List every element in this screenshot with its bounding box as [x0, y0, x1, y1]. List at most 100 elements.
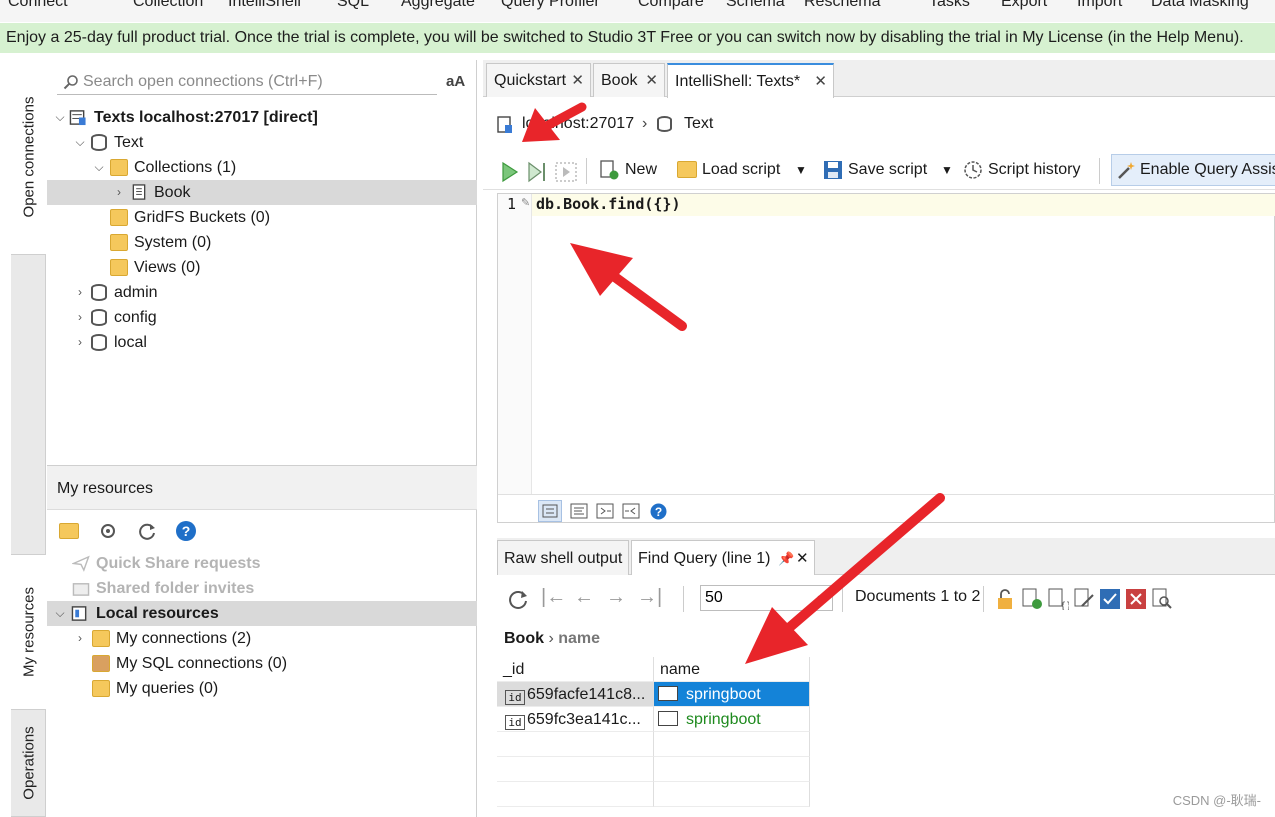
menu-import[interactable]: Import — [1077, 0, 1122, 11]
chevron-down-icon[interactable]: ⌵ — [53, 105, 67, 130]
table-row-1-name[interactable]: springboot — [654, 682, 810, 707]
code-editor[interactable]: 1 ✎ db.Book.find({}) ? — [497, 193, 1275, 523]
menu-connect[interactable]: Connect — [8, 0, 68, 11]
side-tab-open-connections[interactable]: Open connections — [11, 60, 46, 255]
chevron-down-icon[interactable]: ⌄ — [815, 587, 826, 603]
page-size-input[interactable] — [705, 588, 805, 608]
edit-document-json-icon[interactable]: {} — [1047, 588, 1069, 610]
menu-schema[interactable]: Schema — [726, 0, 785, 11]
refresh-icon[interactable] — [136, 520, 158, 542]
menu-collection[interactable]: Collection — [133, 0, 203, 11]
next-page-icon[interactable]: → — [606, 586, 626, 609]
dropdown-arrow-icon[interactable]: ▼ — [795, 158, 807, 182]
select-all-icon[interactable] — [1099, 588, 1121, 610]
close-icon[interactable]: ✕ — [796, 541, 809, 576]
table-row-2-id[interactable]: id 659fc3ea141c... — [497, 707, 654, 732]
close-icon[interactable]: ✕ — [814, 65, 827, 99]
tab-intellishell[interactable]: IntelliShell: Texts* ✕ — [667, 63, 834, 98]
format-icon[interactable] — [570, 503, 588, 519]
tree-system-folder[interactable]: System (0) — [47, 230, 477, 255]
run-icon[interactable] — [501, 160, 519, 184]
tree-local-resources[interactable]: ⌵ Local resources — [47, 601, 477, 626]
menu-tasks[interactable]: Tasks — [929, 0, 970, 11]
help-icon[interactable]: ? — [175, 520, 197, 542]
find-in-document-icon[interactable] — [1151, 588, 1173, 610]
refresh-icon[interactable] — [507, 588, 529, 610]
run-current-icon[interactable] — [527, 160, 547, 184]
result-path-field[interactable]: name — [558, 630, 600, 647]
tab-find-query[interactable]: Find Query (line 1) 📌 ✕ — [631, 540, 815, 575]
delete-icon[interactable] — [1125, 588, 1147, 610]
shared-folder-invites: Shared folder invites — [47, 576, 477, 601]
menu-compare[interactable]: Compare — [638, 0, 704, 11]
tree-db-config[interactable]: › config — [47, 305, 477, 330]
menu-data-masking[interactable]: Data Masking — [1151, 0, 1249, 11]
tree-db-admin[interactable]: › admin — [47, 280, 477, 305]
enable-query-assist-button[interactable]: Enable Query Assis — [1111, 154, 1275, 186]
pin-icon[interactable]: 📌 — [778, 541, 794, 576]
chevron-right-icon[interactable]: › — [73, 280, 87, 305]
table-row-1-id[interactable]: id 659facfe141c8... — [497, 682, 654, 707]
add-folder-icon[interactable] — [59, 523, 79, 539]
close-icon[interactable]: ✕ — [571, 64, 584, 98]
row-id-value: 659fc3ea141c... — [527, 711, 641, 728]
menu-export[interactable]: Export — [1001, 0, 1047, 11]
tree-db-local[interactable]: › local — [47, 330, 477, 355]
code-line[interactable]: db.Book.find({}) — [536, 195, 681, 213]
chevron-right-icon[interactable]: › — [73, 305, 87, 330]
lock-icon[interactable] — [995, 588, 1015, 610]
indent-icon[interactable] — [596, 503, 614, 519]
outdent-icon[interactable] — [622, 503, 640, 519]
string-type-icon — [658, 711, 678, 726]
side-tab-strip: Open connections My resources Operations — [11, 60, 46, 817]
tree-collection-book[interactable]: › Book — [47, 180, 477, 205]
last-page-icon[interactable]: →| — [637, 586, 662, 609]
tree-views-folder[interactable]: Views (0) — [47, 255, 477, 280]
column-header-name[interactable]: name — [654, 657, 810, 682]
side-tab-operations[interactable]: Operations — [11, 710, 46, 817]
chevron-right-icon[interactable]: › — [73, 330, 87, 355]
table-row-2-name[interactable]: springboot — [654, 707, 810, 732]
tree-my-connections[interactable]: › My connections (2) — [47, 626, 477, 651]
tree-gridfs-label: GridFS Buckets (0) — [134, 209, 271, 226]
new-label: New — [625, 161, 658, 178]
gear-icon[interactable] — [97, 520, 119, 542]
run-selection-icon[interactable] — [555, 160, 577, 184]
tree-connection-texts[interactable]: ⌵ Texts localhost:27017 [direct] — [47, 105, 477, 130]
menu-intellishell[interactable]: IntelliShell — [228, 0, 301, 11]
chevron-down-icon[interactable]: ⌵ — [92, 155, 106, 180]
add-document-icon[interactable] — [1021, 588, 1043, 610]
help-icon[interactable]: ? — [650, 503, 667, 520]
column-header-id[interactable]: _id — [497, 657, 654, 682]
page-size-select[interactable]: ⌄ — [700, 585, 833, 611]
chevron-down-icon[interactable]: ⌵ — [53, 601, 67, 626]
tab-book[interactable]: Book ✕ — [593, 63, 665, 97]
tree-gridfs-folder[interactable]: GridFS Buckets (0) — [47, 205, 477, 230]
result-path-collection[interactable]: Book — [504, 630, 544, 647]
breadcrumb-host[interactable]: localhost:27017 — [522, 112, 634, 136]
menu-reschema[interactable]: Reschema — [804, 0, 880, 11]
edit-document-icon[interactable] — [1073, 588, 1095, 610]
tree-collections-folder[interactable]: ⌵ Collections (1) — [47, 155, 477, 180]
side-tab-my-resources[interactable]: My resources — [11, 555, 46, 710]
menu-query-profiler[interactable]: Query Profiler — [501, 0, 600, 11]
chevron-right-icon[interactable]: › — [73, 626, 87, 651]
tree-my-queries[interactable]: My queries (0) — [47, 676, 477, 701]
edit-marker-icon: ✎ — [521, 197, 531, 209]
previous-page-icon[interactable]: ← — [574, 586, 594, 609]
breadcrumb-db[interactable]: Text — [684, 112, 713, 136]
tree-my-sql-connections[interactable]: My SQL connections (0) — [47, 651, 477, 676]
tab-quickstart[interactable]: Quickstart ✕ — [486, 63, 591, 97]
menu-aggregate[interactable]: Aggregate — [401, 0, 475, 11]
search-input[interactable] — [83, 71, 433, 93]
font-size-toggle[interactable]: aA — [446, 73, 465, 90]
chevron-right-icon[interactable]: › — [112, 180, 126, 205]
first-page-icon[interactable]: |← — [541, 586, 566, 609]
menu-sql[interactable]: SQL — [337, 0, 369, 11]
tab-raw-shell-output[interactable]: Raw shell output — [497, 540, 629, 575]
dropdown-arrow-icon[interactable]: ▼ — [941, 158, 953, 182]
chevron-down-icon[interactable]: ⌵ — [73, 130, 87, 155]
folder-icon — [110, 159, 128, 176]
tree-db-text[interactable]: ⌵ Text — [47, 130, 477, 155]
close-icon[interactable]: ✕ — [645, 64, 658, 98]
